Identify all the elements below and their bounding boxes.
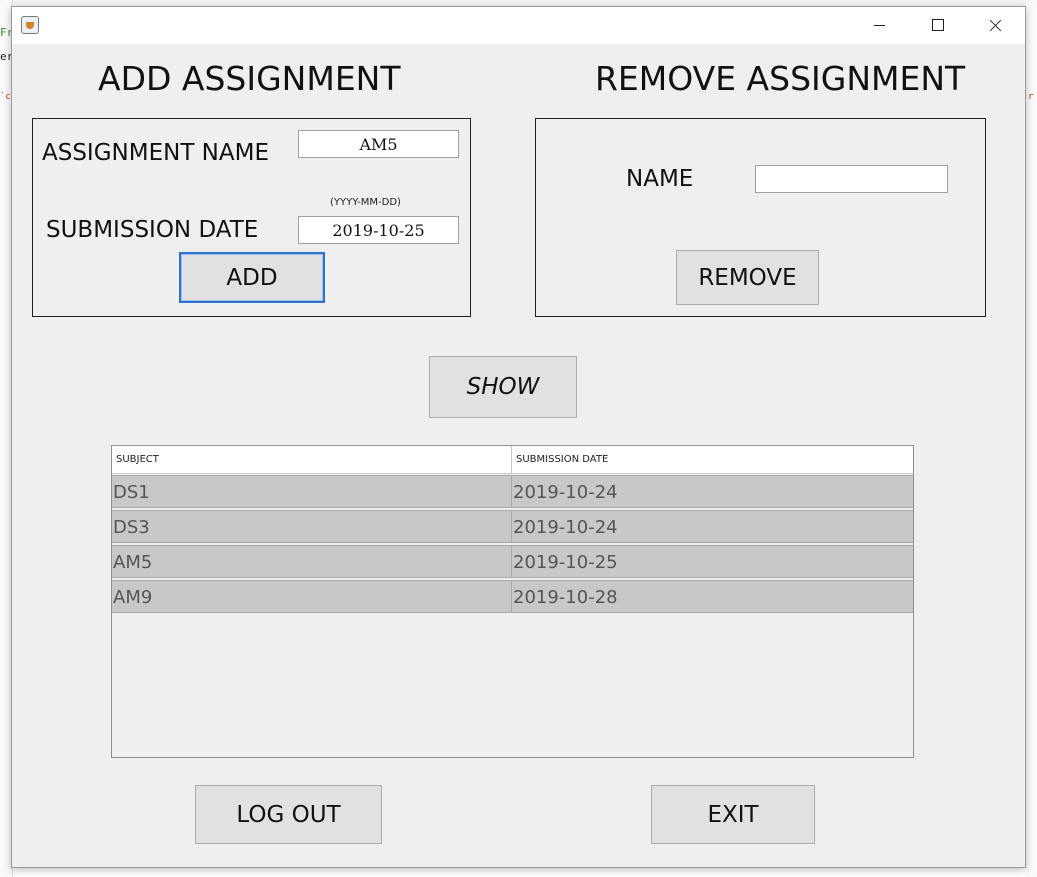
remove-assignment-panel: NAME REMOVE — [535, 118, 986, 317]
remove-name-input[interactable] — [755, 165, 948, 193]
remove-button[interactable]: REMOVE — [676, 250, 819, 305]
table-row[interactable]: AM9 2019-10-28 — [112, 580, 913, 613]
java-app-icon — [21, 16, 39, 34]
table-row[interactable]: DS1 2019-10-24 — [112, 475, 913, 508]
table-row[interactable]: AM5 2019-10-25 — [112, 545, 913, 578]
title-bar — [12, 7, 1025, 44]
cell-subject[interactable]: AM5 — [112, 545, 512, 578]
cell-submission-date[interactable]: 2019-10-28 — [512, 580, 913, 613]
assignments-table: SUBJECT SUBMISSION DATE DS1 2019-10-24 D… — [111, 445, 914, 758]
logout-button[interactable]: LOG OUT — [195, 785, 382, 844]
close-icon[interactable] — [966, 7, 1024, 44]
cell-submission-date[interactable]: 2019-10-24 — [512, 475, 913, 508]
cell-submission-date[interactable]: 2019-10-25 — [512, 545, 913, 578]
date-format-hint: (YYYY-MM-DD) — [330, 197, 401, 208]
column-header-submission-date[interactable]: SUBMISSION DATE — [512, 446, 913, 473]
column-header-subject[interactable]: SUBJECT — [112, 446, 512, 473]
add-assignment-heading: ADD ASSIGNMENT — [98, 59, 401, 98]
cell-subject[interactable]: AM9 — [112, 580, 512, 613]
table-row[interactable]: DS3 2019-10-24 — [112, 510, 913, 543]
remove-name-label: NAME — [626, 166, 694, 192]
cell-submission-date[interactable]: 2019-10-24 — [512, 510, 913, 543]
remove-assignment-heading: REMOVE ASSIGNMENT — [595, 59, 966, 98]
maximize-icon[interactable] — [908, 7, 966, 44]
submission-date-input[interactable] — [298, 216, 459, 244]
assignment-name-label: ASSIGNMENT NAME — [42, 140, 270, 166]
add-button[interactable]: ADD — [179, 252, 325, 303]
submission-date-label: SUBMISSION DATE — [46, 217, 259, 243]
cell-subject[interactable]: DS1 — [112, 475, 512, 508]
background-editor-right: r — [1026, 0, 1037, 877]
background-text-fragment: r — [1028, 92, 1034, 102]
assignment-name-input[interactable] — [298, 130, 459, 158]
table-header: SUBJECT SUBMISSION DATE — [112, 446, 913, 474]
app-window: ADD ASSIGNMENT ASSIGNMENT NAME (YYYY-MM-… — [11, 6, 1026, 868]
background-text-fragment: `c — [0, 92, 11, 102]
cell-subject[interactable]: DS3 — [112, 510, 512, 543]
show-button[interactable]: SHOW — [429, 356, 577, 418]
exit-button[interactable]: EXIT — [651, 785, 815, 844]
add-assignment-panel: ASSIGNMENT NAME (YYYY-MM-DD) SUBMISSION … — [32, 118, 471, 317]
minimize-icon[interactable] — [850, 7, 908, 44]
